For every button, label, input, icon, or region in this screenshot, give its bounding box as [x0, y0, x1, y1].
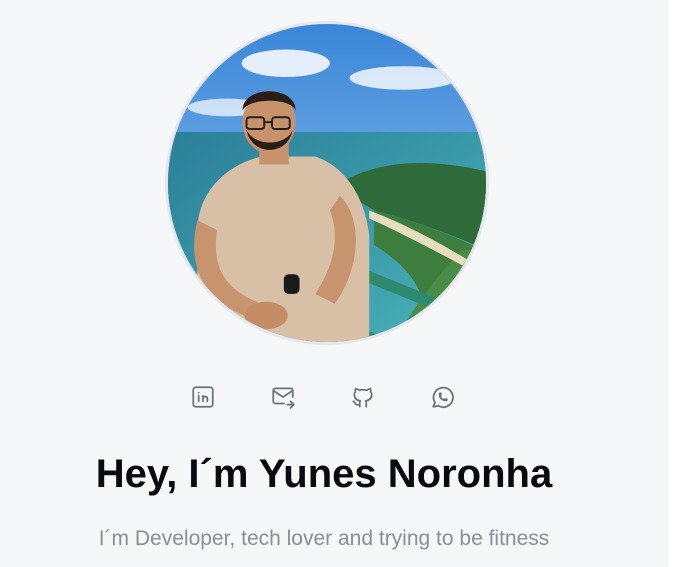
linkedin-link[interactable] [189, 383, 217, 411]
hero-heading: Hey, I´m Yunes Noronha [95, 452, 553, 496]
github-icon [352, 387, 373, 408]
hero-tagline: I´m Developer, tech lover and trying to … [98, 527, 550, 550]
page-edge [668, 0, 674, 567]
email-link[interactable] [269, 383, 297, 411]
whatsapp-icon [432, 386, 454, 409]
github-link[interactable] [349, 383, 377, 411]
profile-avatar [165, 21, 489, 345]
profile-photo [168, 24, 486, 342]
linkedin-icon [192, 386, 214, 408]
mail-send-icon [272, 387, 295, 409]
social-links [0, 383, 668, 413]
whatsapp-link[interactable] [429, 383, 457, 411]
